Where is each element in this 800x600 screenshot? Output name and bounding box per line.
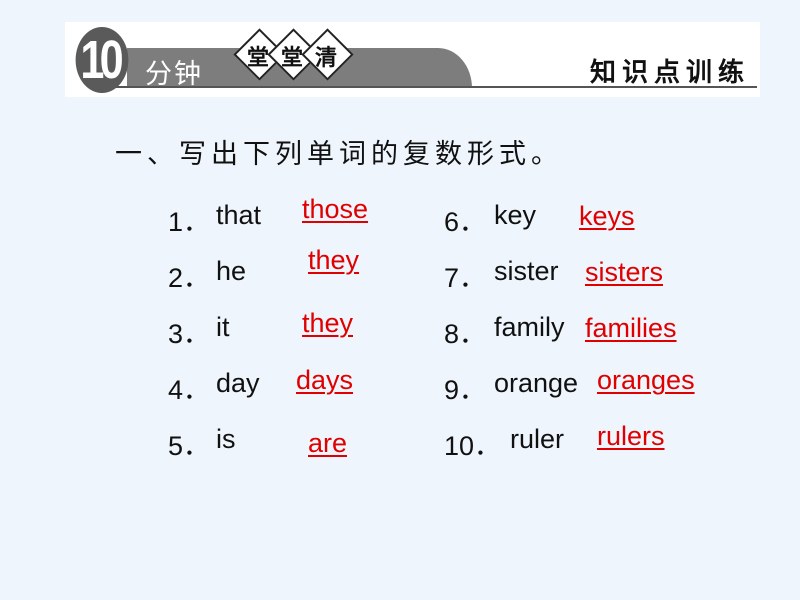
- item-number: 7．: [444, 263, 487, 293]
- item-number: 9．: [444, 375, 487, 405]
- item-answer: families: [585, 313, 677, 343]
- item-word: family: [494, 312, 565, 342]
- section-label: 知识点训练: [589, 58, 750, 88]
- item-answer: keys: [579, 201, 635, 231]
- item-number: 4．: [168, 375, 211, 405]
- item-word: that: [216, 200, 262, 230]
- item-number: 5．: [168, 431, 211, 461]
- item-word: is: [216, 424, 236, 454]
- title-char: 清: [314, 45, 337, 71]
- item-answer: rulers: [597, 421, 665, 451]
- ten-minute-badge: 10: [75, 27, 129, 93]
- item-number: 8．: [444, 319, 487, 349]
- item-answer: sisters: [585, 257, 664, 287]
- item-number: 6．: [444, 207, 487, 237]
- title-diamonds: 堂 堂 清: [233, 28, 355, 84]
- item-word: orange: [494, 368, 579, 398]
- item-number: 2．: [168, 263, 211, 293]
- item-word: he: [216, 256, 247, 286]
- item-number: 10．: [444, 431, 502, 461]
- item-word: day: [216, 368, 260, 398]
- item-answer: oranges: [597, 365, 695, 395]
- item-word: ruler: [510, 424, 565, 454]
- minutes-label: 分钟: [145, 59, 203, 90]
- item-answer: they: [302, 308, 354, 338]
- item-answer: days: [296, 365, 354, 395]
- item-word: it: [216, 312, 230, 342]
- item-number: 3．: [168, 319, 211, 349]
- header-banner: 10 分钟 堂 堂 清 知识点训练: [65, 22, 760, 97]
- item-answer: are: [308, 428, 348, 458]
- item-answer: those: [302, 194, 369, 224]
- item-number: 1．: [168, 207, 211, 237]
- exercise-instruction: 一、写出下列单词的复数形式。: [115, 139, 563, 170]
- item-word: key: [494, 200, 537, 230]
- item-answer: they: [308, 245, 360, 275]
- item-word: sister: [494, 256, 559, 286]
